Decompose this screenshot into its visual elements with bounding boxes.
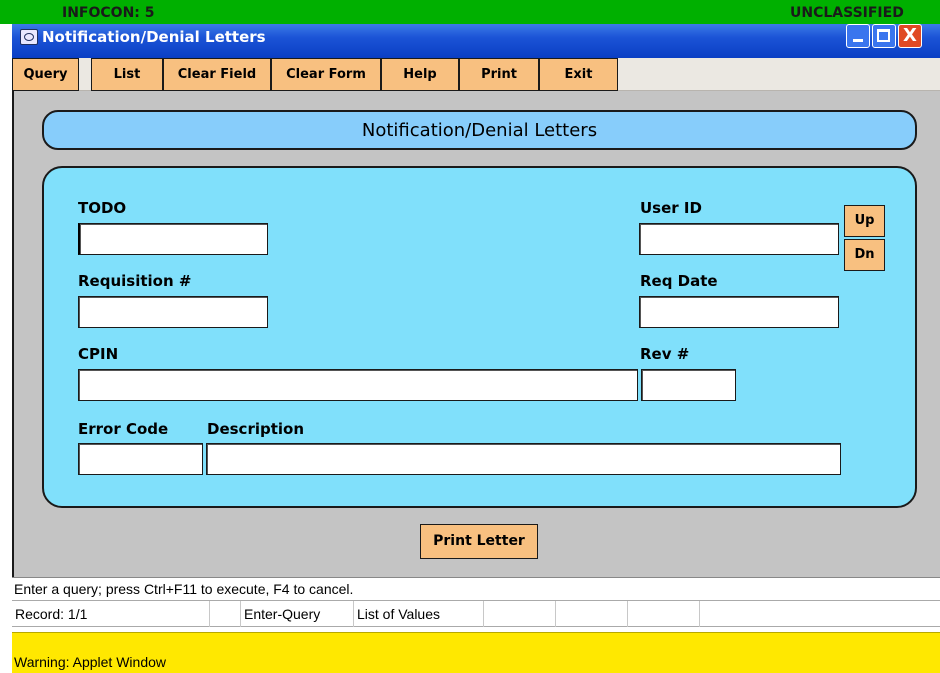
mode-status: Enter-Query xyxy=(241,601,354,627)
clear-field-button[interactable]: Clear Field xyxy=(163,58,271,91)
status-cell-empty xyxy=(628,601,700,627)
app-window-icon xyxy=(20,29,38,45)
close-button[interactable]: X xyxy=(898,24,922,48)
description-field[interactable] xyxy=(206,443,841,475)
cpin-field[interactable] xyxy=(78,369,638,401)
cpin-label: CPIN xyxy=(78,345,119,363)
rev-field[interactable] xyxy=(641,369,736,401)
infocon-label: INFOCON: 5 xyxy=(62,5,155,21)
clear-form-button[interactable]: Clear Form xyxy=(271,58,381,91)
list-button[interactable]: List xyxy=(91,58,163,91)
classification-label: UNCLASSIFIED xyxy=(790,5,904,21)
window-title: Notification/Denial Letters xyxy=(42,28,266,46)
error-code-label: Error Code xyxy=(78,420,169,438)
error-code-field[interactable] xyxy=(78,443,203,475)
hint-bar: Enter a query; press Ctrl+F11 to execute… xyxy=(12,577,940,600)
help-button[interactable]: Help xyxy=(381,58,459,91)
toolbar: Query List Clear Field Clear Form Help P… xyxy=(12,58,940,91)
applet-warning-bar: Warning: Applet Window xyxy=(12,632,940,673)
lov-status: List of Values xyxy=(354,601,484,627)
exit-button[interactable]: Exit xyxy=(539,58,618,91)
form-title: Notification/Denial Letters xyxy=(361,120,598,141)
user-id-label: User ID xyxy=(640,199,702,217)
status-cell-empty xyxy=(484,601,556,627)
print-button[interactable]: Print xyxy=(459,58,539,91)
hint-text: Enter a query; press Ctrl+F11 to execute… xyxy=(14,581,354,597)
scroll-up-button[interactable]: Up xyxy=(844,205,885,237)
maximize-button[interactable] xyxy=(872,24,896,48)
print-letter-button[interactable]: Print Letter xyxy=(420,524,538,559)
status-cell-empty xyxy=(210,601,241,627)
scroll-down-button[interactable]: Dn xyxy=(844,239,885,271)
classification-banner: INFOCON: 5 UNCLASSIFIED xyxy=(0,0,940,24)
rev-label: Rev # xyxy=(640,345,690,363)
requisition-field[interactable] xyxy=(78,296,268,328)
status-bar: Record: 1/1 Enter-Query List of Values xyxy=(12,600,940,627)
description-label: Description xyxy=(207,420,305,438)
window-title-bar[interactable]: Notification/Denial Letters X xyxy=(12,24,940,58)
form-header: Notification/Denial Letters xyxy=(42,110,917,150)
requisition-label: Requisition # xyxy=(78,272,192,290)
req-date-label: Req Date xyxy=(640,272,718,290)
user-id-field[interactable] xyxy=(639,223,839,255)
record-status: Record: 1/1 xyxy=(12,601,210,627)
warning-text: Warning: Applet Window xyxy=(14,654,166,670)
query-button[interactable]: Query xyxy=(12,58,79,91)
req-date-field[interactable] xyxy=(639,296,839,328)
todo-label: TODO xyxy=(78,199,127,217)
status-cell-empty xyxy=(556,601,628,627)
todo-field[interactable] xyxy=(78,223,268,255)
minimize-button[interactable] xyxy=(846,24,870,48)
